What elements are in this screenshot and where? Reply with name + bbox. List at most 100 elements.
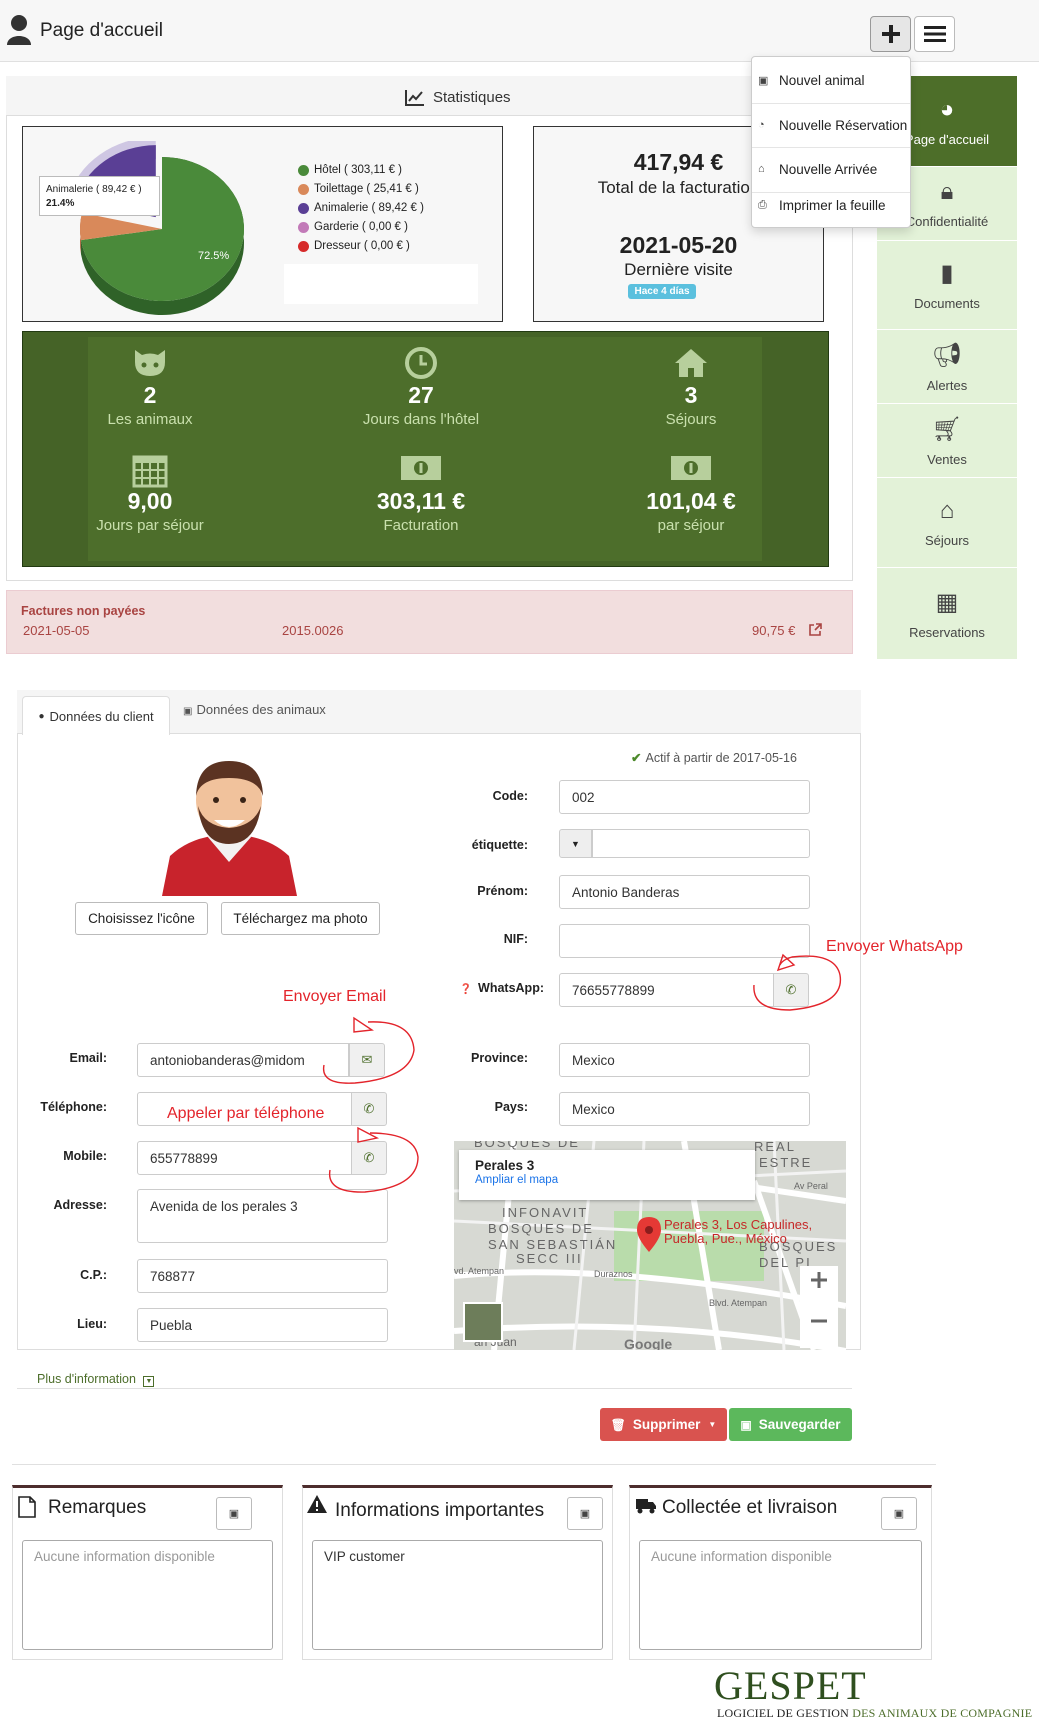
mobile-field[interactable]: 655778899 <box>137 1141 352 1175</box>
legend-item[interactable]: Garderie ( 0,00 € ) <box>298 221 408 233</box>
envelope-icon: ✉ <box>361 1052 373 1067</box>
upload-photo-button[interactable]: Téléchargez ma photo <box>221 902 380 935</box>
menu-item-new-animal[interactable]: ▣ Nouvel animal <box>752 59 910 101</box>
sidebar-item-reservations[interactable]: ▦ Reservations <box>877 568 1017 659</box>
legend-item[interactable]: Dresseur ( 0,00 € ) <box>298 240 410 252</box>
sidebar-item-stays[interactable]: ⌂ Séjours <box>877 478 1017 568</box>
province-field[interactable]: Mexico <box>559 1043 810 1077</box>
map-google-logo: Google <box>624 1336 672 1350</box>
province-label: Province: <box>471 1051 528 1065</box>
remarks-save-button[interactable]: ▣ <box>216 1497 252 1530</box>
help-icon[interactable]: ❓ <box>460 984 472 995</box>
phone-icon: ✆ <box>363 1101 375 1116</box>
zip-label: C.P.: <box>80 1268 107 1282</box>
statistics-header <box>6 76 853 116</box>
whatsapp-field[interactable]: 76655778899 <box>559 973 774 1007</box>
address-label: Adresse: <box>53 1198 108 1212</box>
stat-card-billing: 303,11 € Facturation <box>301 452 541 534</box>
delete-button[interactable]: 🗑︎ Supprimer ▼ <box>600 1408 727 1441</box>
calendar-icon <box>132 455 168 488</box>
country-field[interactable]: Mexico <box>559 1092 810 1126</box>
tag-dropdown-button[interactable]: ▼ <box>559 829 592 858</box>
tag-field[interactable] <box>592 829 810 858</box>
active-since-text: Actif à partir de 2017-05-16 <box>645 751 797 765</box>
call-phone-button[interactable]: ✆ <box>351 1092 387 1126</box>
email-field[interactable]: antoniobanderas@midom <box>137 1043 349 1077</box>
pickup-delivery-textarea[interactable]: Aucune information disponible <box>639 1540 922 1650</box>
address-field[interactable]: Avenida de los perales 3 <box>137 1189 388 1243</box>
phone-label: Téléphone: <box>40 1100 107 1114</box>
stat-card-animals: 2 Les animaux <box>30 346 270 428</box>
tab-client-data[interactable]: ● Données du client <box>22 696 170 735</box>
map-label: INFONAVIT <box>502 1205 588 1220</box>
save-button[interactable]: ▣ Sauvegarder <box>729 1408 852 1441</box>
legend-item[interactable]: Animalerie ( 89,42 € ) <box>298 202 424 214</box>
money-icon <box>671 456 711 480</box>
sidebar-item-label: Page d'accueil <box>904 131 990 147</box>
map-label: SECC III <box>516 1251 583 1266</box>
add-button[interactable] <box>870 16 911 52</box>
stat-label: Les animaux <box>107 411 193 428</box>
city-field[interactable]: Puebla <box>137 1308 388 1342</box>
stat-card-stays: 3 Séjours <box>571 346 811 428</box>
stat-label: Facturation <box>383 517 459 534</box>
legend-label: Dresseur ( 0,00 € ) <box>314 240 410 252</box>
add-dropdown-menu: ▣ Nouvel animal ◔ Nouvelle Réservation ⌂ No… <box>751 56 911 228</box>
more-info-toggle[interactable]: Plus d'information ▼ <box>37 1372 155 1387</box>
map-enlarge-link[interactable]: Ampliar el mapa <box>475 1174 739 1186</box>
tab-label: Données des animaux <box>196 702 326 717</box>
page-title: Page d'accueil <box>40 20 163 41</box>
invoice-date: 2021-05-05 <box>23 623 90 638</box>
print-icon: ⎙ <box>758 198 767 211</box>
trash-icon: 🗑︎ <box>610 1417 626 1432</box>
important-info-save-button[interactable]: ▣ <box>567 1497 603 1530</box>
tab-animal-data[interactable]: ▣ Données des animaux <box>183 702 326 717</box>
remarks-textarea[interactable]: Aucune information disponible <box>22 1540 273 1650</box>
brand-tagline: LOGICIEL DE GESTION DES ANIMAUX DE COMPA… <box>717 1706 1032 1721</box>
legend-label: Garderie ( 0,00 € ) <box>314 221 408 233</box>
sidebar-item-label: Séjours <box>924 533 970 548</box>
nif-field[interactable] <box>559 924 810 958</box>
sidebar-item-documents[interactable]: ▮ Documents <box>877 241 1017 330</box>
external-link-icon[interactable] <box>809 623 822 636</box>
user-icon <box>7 15 31 45</box>
pickup-delivery-save-button[interactable]: ▣ <box>881 1497 917 1530</box>
calendar-icon: ▦ <box>935 588 959 616</box>
legend-blank <box>284 264 478 304</box>
map-satellite-toggle[interactable] <box>463 1302 503 1342</box>
sidebar-item-sales[interactable]: 🛒︎ Ventes <box>877 404 1017 478</box>
avatar <box>162 761 297 896</box>
menu-item-new-reservation[interactable]: ◔ Nouvelle Réservation <box>752 104 910 146</box>
map-label: ESTRE <box>759 1155 812 1170</box>
nif-label: NIF: <box>503 932 528 946</box>
tooltip-label: Animalerie ( 89,42 € ) <box>46 184 142 195</box>
code-field[interactable]: 002 <box>559 780 810 814</box>
sidebar-item-label: Documents <box>914 296 980 311</box>
invoice-number[interactable]: 2015.0026 <box>282 623 343 638</box>
important-info-textarea[interactable]: VIP customer <box>312 1540 603 1650</box>
clock-icon <box>405 347 437 379</box>
zip-field[interactable]: 768877 <box>137 1259 388 1293</box>
delete-label: Supprimer <box>632 1417 701 1432</box>
whatsapp-icon: ✆ <box>785 982 797 997</box>
pie-slice-label: 72.5% <box>198 250 229 262</box>
unpaid-invoices-panel <box>6 590 853 654</box>
legend-item[interactable]: Hôtel ( 303,11 € ) <box>298 164 402 176</box>
send-email-button[interactable]: ✉ <box>349 1043 385 1077</box>
map-label: Blvd. Atempan <box>709 1298 767 1308</box>
menu-item-print-sheet[interactable]: ⎙ Imprimer la feuille <box>752 184 910 226</box>
stat-value: 3 <box>684 382 698 408</box>
sidebar-item-label: Reservations <box>909 624 985 640</box>
file-icon <box>18 1496 36 1518</box>
divider <box>12 1464 936 1465</box>
menu-button[interactable] <box>914 16 955 52</box>
last-visit-label: Dernière visite <box>624 260 733 279</box>
firstname-field[interactable]: Antonio Banderas <box>559 875 810 909</box>
code-label: Code: <box>492 789 528 803</box>
choose-icon-button[interactable]: Choisissez l'icône <box>75 902 208 935</box>
email-label: Email: <box>69 1051 107 1065</box>
send-whatsapp-button[interactable]: ✆ <box>773 973 809 1007</box>
legend-item[interactable]: Toilettage ( 25,41 € ) <box>298 183 419 195</box>
sidebar-item-alerts[interactable]: 📢︎ Alertes <box>877 330 1017 404</box>
call-mobile-button[interactable]: ✆ <box>351 1141 387 1175</box>
